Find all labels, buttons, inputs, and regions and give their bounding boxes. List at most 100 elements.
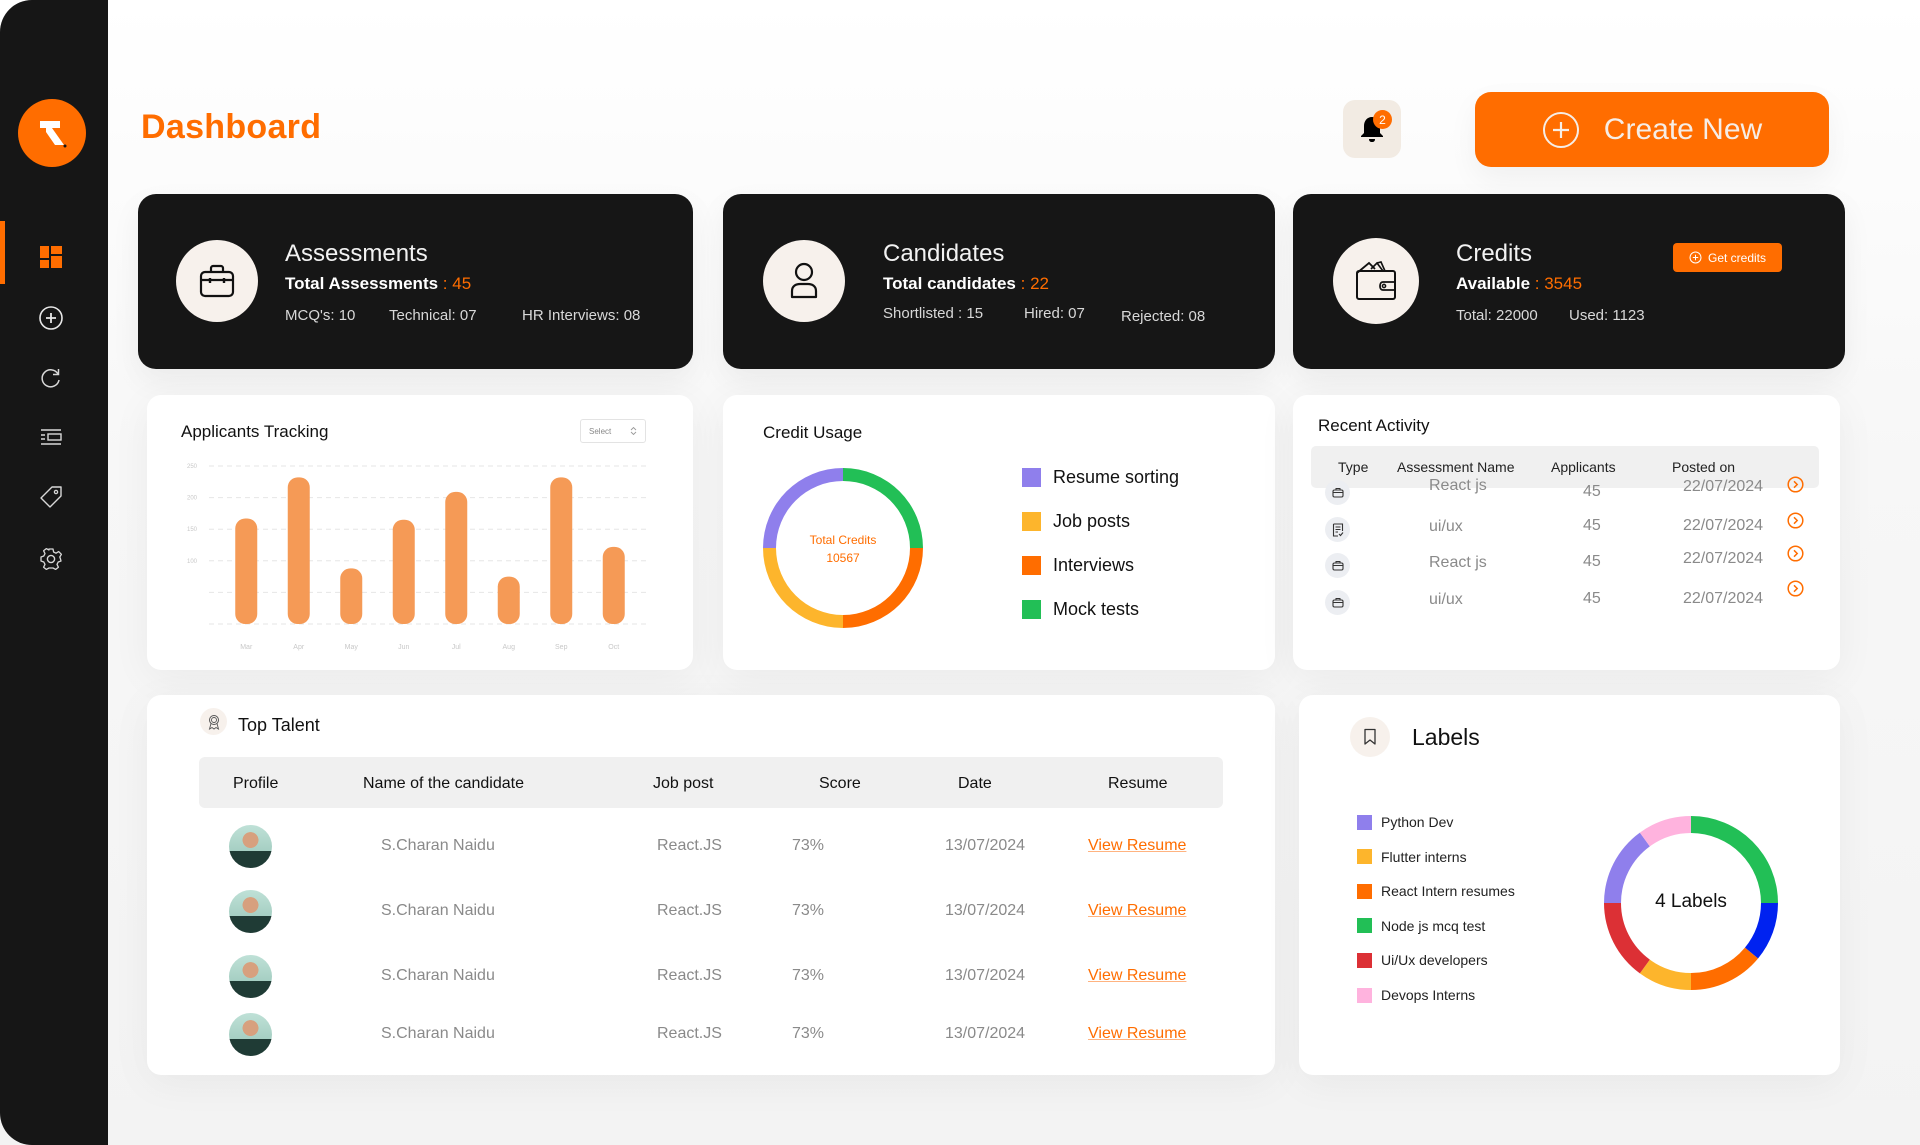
briefcase-icon <box>1331 598 1344 608</box>
type-badge <box>1325 517 1350 542</box>
chevron-right-circle-icon[interactable] <box>1787 545 1804 562</box>
bar-sep <box>550 477 573 624</box>
credits-title: Credits <box>1456 240 1533 267</box>
recent-activity-row[interactable]: React js 45 22/07/2024 <box>1293 545 1840 583</box>
legend-swatch <box>1357 952 1372 968</box>
avatar[interactable] <box>229 955 272 998</box>
legend-label: Devops Interns <box>1381 987 1476 1003</box>
donut-slice-react-intern-resumes <box>1691 947 1759 990</box>
applicants-tracking-card: Applicants Tracking Select 100 150 200 250 M… <box>147 395 693 670</box>
app-logo[interactable] <box>18 99 86 167</box>
labels-icon-circle <box>1350 717 1390 757</box>
job-post: React.JS <box>657 837 722 854</box>
x-tick-label: Jul <box>452 644 461 651</box>
chevron-right-circle-icon[interactable] <box>1787 476 1804 493</box>
sidebar-item-tags[interactable] <box>36 482 66 512</box>
legend-swatch <box>1022 556 1041 575</box>
dashboard-grid-icon <box>40 246 62 268</box>
chevron-right-circle-icon[interactable] <box>1787 512 1804 529</box>
avatar[interactable] <box>229 1013 272 1056</box>
job-post: React.JS <box>657 967 722 984</box>
legend-swatch <box>1357 987 1372 1003</box>
donut-slice-ui-ux-developers <box>1604 903 1650 974</box>
view-resume-link[interactable]: View Resume <box>1088 837 1186 855</box>
credit-usage-title: Credit Usage <box>763 423 863 442</box>
top-talent-row[interactable]: S.Charan Naidu React.JS 73% 13/07/2024 View … <box>147 825 1275 868</box>
x-tick-label: May <box>345 644 359 651</box>
view-resume-link[interactable]: View Resume <box>1088 1025 1186 1043</box>
create-new-button[interactable]: Create New <box>1475 92 1829 167</box>
sidebar-item-create[interactable] <box>36 303 66 333</box>
briefcase-icon <box>199 264 235 298</box>
get-credits-button[interactable]: Get credits <box>1673 243 1782 272</box>
column-header-assessment-name: Assessment Name <box>1397 459 1515 475</box>
date: 13/07/2024 <box>945 837 1026 854</box>
column-header-date: Date <box>958 775 992 792</box>
available-credits: Available : 3545 <box>1456 274 1583 293</box>
applicants-count: 45 <box>1583 590 1601 607</box>
gear-icon <box>40 547 63 571</box>
column-header-posted-on: Posted on <box>1672 459 1736 475</box>
x-tick-label: Mar <box>240 644 253 651</box>
rejected-count: Rejected: 08 <box>1121 308 1206 325</box>
recent-activity-row[interactable]: React js 45 22/07/2024 <box>1293 476 1840 510</box>
legend-swatch <box>1357 849 1372 865</box>
x-tick-label: Jun <box>398 644 409 651</box>
user-icon <box>790 262 818 299</box>
recent-activity-card: Recent Activity Type Assessment Name App… <box>1293 395 1840 670</box>
applicants-count: 45 <box>1583 483 1601 500</box>
chevron-right-circle-icon[interactable] <box>1787 580 1804 597</box>
sidebar-item-dashboard[interactable] <box>36 242 66 272</box>
legend-swatch <box>1022 512 1041 531</box>
score: 73% <box>792 902 825 919</box>
total-credits-value: 10567 <box>826 551 860 565</box>
recent-activity-row[interactable]: ui/ux 45 22/07/2024 <box>1293 580 1840 620</box>
bookmark-icon <box>1364 728 1376 745</box>
job-post: React.JS <box>657 902 722 919</box>
assessments-card[interactable]: Assessments Total Assessments : 45 MCQ's… <box>138 194 693 369</box>
sidebar-item-settings[interactable] <box>36 544 66 574</box>
avatar[interactable] <box>229 890 272 933</box>
column-header-name: Name of the candidate <box>363 775 524 792</box>
assessment-name: React js <box>1429 554 1487 571</box>
total-assessments: Total Assessments : 45 <box>285 274 472 293</box>
technical-count: Technical: 07 <box>389 307 477 324</box>
active-nav-indicator <box>0 221 5 284</box>
x-tick-label: Apr <box>293 644 305 651</box>
total-assessments-label: Total Assessments <box>285 274 439 293</box>
top-talent-row[interactable]: S.Charan Naidu React.JS 73% 13/07/2024 View … <box>147 890 1275 933</box>
candidates-card[interactable]: Candidates Total candidates : 22 Shortli… <box>723 194 1275 369</box>
posted-date: 22/07/2024 <box>1683 478 1764 495</box>
notifications-button[interactable]: 2 <box>1343 100 1401 158</box>
candidate-name: S.Charan Naidu <box>381 902 495 919</box>
view-resume-link[interactable]: View Resume <box>1088 967 1186 985</box>
legend-label: Interviews <box>1053 555 1135 575</box>
score: 73% <box>792 837 825 854</box>
recent-activity-row[interactable]: ui/ux 45 22/07/2024 <box>1293 512 1840 547</box>
x-tick-label: Sep <box>555 644 568 651</box>
column-header-resume: Resume <box>1108 775 1168 792</box>
avatar[interactable] <box>229 825 272 868</box>
document-check-icon <box>1332 522 1343 537</box>
labels-card: Labels Python Dev Flutter interns React In… <box>1299 695 1840 1075</box>
view-resume-link[interactable]: View Resume <box>1088 902 1186 920</box>
date: 13/07/2024 <box>945 1025 1026 1042</box>
total-candidates-label: Total candidates <box>883 274 1016 293</box>
legend-swatch <box>1357 814 1372 830</box>
assessments-icon-circle <box>176 240 258 322</box>
type-badge <box>1325 553 1350 578</box>
credits-icon-circle <box>1333 238 1419 324</box>
legend-item: Interviews <box>1022 555 1134 576</box>
labels-donut-center: 4 Labels <box>1655 891 1727 912</box>
column-header-job-post: Job post <box>653 775 714 792</box>
sidebar-item-refresh[interactable] <box>36 363 66 393</box>
sidebar-item-list[interactable] <box>36 422 66 452</box>
date: 13/07/2024 <box>945 967 1026 984</box>
top-talent-row[interactable]: S.Charan Naidu React.JS 73% 13/07/2024 View … <box>147 1013 1275 1056</box>
list-icon <box>41 429 62 445</box>
notification-count-badge: 2 <box>1373 110 1392 129</box>
top-talent-row[interactable]: S.Charan Naidu React.JS 73% 13/07/2024 View … <box>147 955 1275 998</box>
x-tick-label: Oct <box>608 644 619 651</box>
credits-card[interactable]: Credits Available : 3545 Total: 22000 Us… <box>1293 194 1845 369</box>
score: 73% <box>792 1025 825 1042</box>
